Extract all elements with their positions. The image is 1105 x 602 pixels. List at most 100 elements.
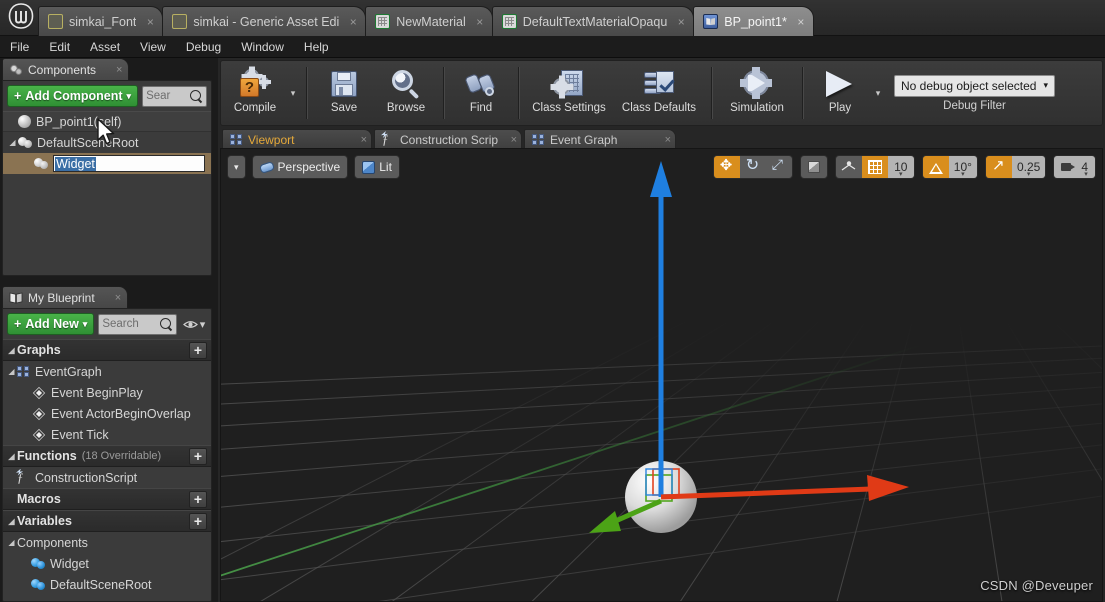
menu-item-view[interactable]: View [130, 36, 176, 58]
component-rename-input[interactable]: Widget [53, 155, 205, 172]
browse-button[interactable]: Browse [375, 61, 437, 125]
asset-tab-4[interactable]: BP_point1* × [693, 6, 814, 36]
section-header-macros[interactable]: Macros + [3, 488, 211, 510]
function-icon: ƒ [382, 132, 396, 148]
viewport-tab-viewport[interactable]: Viewport × [222, 129, 372, 150]
my-blueprint-row[interactable]: Widget [3, 553, 211, 574]
section-add-button[interactable]: + [189, 341, 207, 359]
compile-dropdown-caret-icon[interactable]: ▾ [286, 61, 300, 125]
asset-tab-close-icon[interactable]: × [793, 15, 809, 29]
menu-item-window[interactable]: Window [231, 36, 294, 58]
tab-my-blueprint-close-icon[interactable]: × [115, 292, 121, 304]
add-component-button[interactable]: + Add Component ▾ [7, 85, 139, 107]
tab-components[interactable]: Components × [2, 58, 130, 80]
simulation-button[interactable]: Simulation [718, 61, 796, 125]
grid-snap-value[interactable]: 10 ▾ [887, 156, 914, 178]
play-dropdown-caret-icon[interactable]: ▾ [871, 61, 885, 125]
viewport-tab-close-icon[interactable]: × [361, 134, 367, 146]
move-gizmo-button[interactable] [713, 156, 740, 178]
asset-tab-2[interactable]: NewMaterial × [365, 6, 493, 36]
main-column: ? Compile ▾ Save Browse Find Class Setti… [218, 58, 1105, 602]
section-title: Macros [17, 492, 61, 506]
viewport-tab-event-graph[interactable]: Event Graph × [524, 129, 676, 150]
asset-tab-3[interactable]: DefaultTextMaterialOpaqu × [491, 6, 695, 36]
viewport-options-button[interactable]: ▾ [227, 155, 246, 179]
rotation-snap-toggle[interactable] [922, 156, 949, 178]
graph-icon [532, 134, 545, 146]
my-blueprint-row[interactable]: Event Tick [3, 424, 211, 445]
shading-mode-button[interactable]: Lit [354, 155, 400, 179]
scale-snap-toggle[interactable] [985, 156, 1012, 178]
component-tree-row[interactable]: ◢ DefaultSceneRoot [3, 132, 211, 153]
chevron-down-icon: ▾ [1043, 80, 1048, 90]
section-add-button[interactable]: + [189, 512, 207, 530]
class-defaults-button[interactable]: Class Defaults [613, 61, 705, 125]
camera-speed-button[interactable]: 4 ▾ [1054, 156, 1095, 178]
section-expander-icon[interactable]: ◢ [6, 517, 17, 526]
my-blueprint-row[interactable]: ƒ ConstructionScript [3, 467, 211, 488]
menu-item-help[interactable]: Help [294, 36, 339, 58]
asset-tab-close-icon[interactable]: × [142, 15, 158, 29]
debug-object-select[interactable]: No debug object selected ▾ [894, 74, 1055, 97]
event-node-icon [32, 386, 46, 399]
component-variable-icon [31, 557, 45, 570]
section-expander-icon[interactable]: ◢ [6, 346, 17, 355]
tree-expander-icon[interactable]: ◢ [7, 138, 18, 147]
tab-my-blueprint[interactable]: My Blueprint × [2, 286, 129, 308]
find-button[interactable]: Find [450, 61, 512, 125]
section-header-functions[interactable]: ◢ Functions (18 Overridable) + [3, 445, 211, 467]
save-button[interactable]: Save [313, 61, 375, 125]
coordinate-space-button[interactable] [801, 156, 827, 178]
debug-object-value: No debug object selected [901, 78, 1037, 93]
binoculars-glyph [464, 69, 497, 99]
my-blueprint-row[interactable]: Event ActorBeginOverlap [3, 403, 211, 424]
compile-button[interactable]: ? Compile [224, 61, 286, 125]
menu-item-debug[interactable]: Debug [176, 36, 231, 58]
class-settings-button[interactable]: Class Settings [525, 61, 613, 125]
section-add-button[interactable]: + [189, 490, 207, 508]
menu-bar: File Edit Asset View Debug Window Help [0, 36, 1105, 58]
menu-item-file[interactable]: File [0, 36, 39, 58]
tree-expander-icon[interactable]: ◢ [6, 367, 17, 376]
grid-snap-toggle[interactable] [861, 156, 888, 178]
component-tree-row[interactable]: BP_point1(self) [3, 111, 211, 132]
my-blueprint-row[interactable]: Event BeginPlay [3, 382, 211, 403]
rotation-snap-value[interactable]: 10° ▾ [948, 156, 977, 178]
material-asset-icon [501, 14, 517, 29]
viewport-tab-construction-scrip[interactable]: ƒ Construction Scrip × [374, 129, 522, 150]
asset-tab-close-icon[interactable]: × [345, 15, 361, 29]
components-search-input[interactable]: Sear [142, 85, 207, 107]
section-header-graphs[interactable]: ◢ Graphs + [3, 339, 211, 361]
my-blueprint-row[interactable]: ◢ EventGraph [3, 361, 211, 382]
components-panel: Components × + Add Component ▾ Sear BP_p… [0, 58, 218, 276]
asset-tab-close-icon[interactable]: × [673, 15, 689, 29]
menu-item-edit[interactable]: Edit [39, 36, 80, 58]
scale-snap-value[interactable]: 0.25 ▾ [1011, 156, 1046, 178]
scale-gizmo-icon [772, 156, 786, 174]
surface-snap-button[interactable] [836, 156, 862, 178]
view-mode-button[interactable]: Perspective [251, 155, 349, 179]
tab-components-close-icon[interactable]: × [116, 64, 122, 76]
visibility-options-button[interactable]: ▾ [181, 314, 207, 334]
asset-tab-0[interactable]: simkai_Font × [38, 6, 164, 36]
asset-tab-close-icon[interactable]: × [472, 15, 488, 29]
section-header-variables[interactable]: ◢ Variables + [3, 510, 211, 532]
menu-item-asset[interactable]: Asset [80, 36, 130, 58]
rotate-gizmo-button[interactable] [740, 156, 766, 178]
my-blueprint-search-input[interactable]: Search [98, 313, 177, 335]
asset-tab-1[interactable]: simkai - Generic Asset Edi × [162, 6, 367, 36]
transform-gizmo[interactable] [221, 149, 1103, 602]
play-button[interactable]: Play [809, 61, 871, 125]
viewport-3d[interactable]: ▾ Perspective Lit ✥ ↻ ⤢ 10 ▾ 10° ▾ ↗ 0.2… [220, 148, 1103, 602]
tree-expander-icon[interactable]: ◢ [6, 538, 17, 547]
section-add-button[interactable]: + [189, 447, 207, 465]
scale-gizmo-button[interactable] [766, 156, 792, 178]
my-blueprint-row[interactable]: ◢ Components [3, 532, 211, 553]
section-expander-icon[interactable]: ◢ [6, 452, 17, 461]
disk-label [337, 72, 351, 81]
viewport-tab-close-icon[interactable]: × [511, 134, 517, 146]
viewport-tab-close-icon[interactable]: × [665, 134, 671, 146]
my-blueprint-row[interactable]: DefaultSceneRoot [3, 574, 211, 595]
add-new-button[interactable]: + Add New ▾ [7, 313, 95, 335]
component-tree-row[interactable]: Widget [3, 153, 211, 174]
